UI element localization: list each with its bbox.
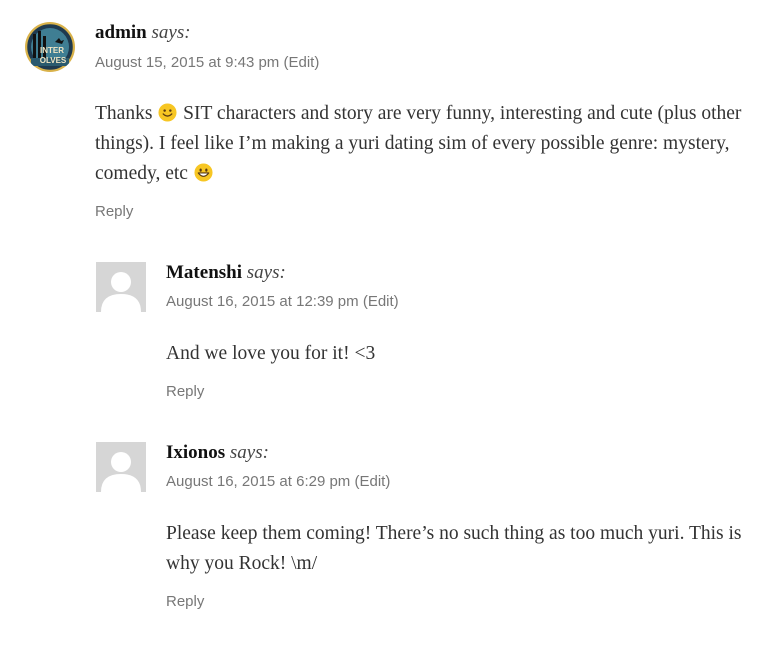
edit-link[interactable]: (Edit) xyxy=(283,54,319,71)
comment-meta: August 16, 2015 at 12:39 pm (Edit) xyxy=(166,292,399,312)
comment-meta: August 16, 2015 at 6:29 pm (Edit) xyxy=(166,472,390,492)
avatar: INTER OLVES xyxy=(25,22,75,72)
comment-header: Ixionos says: xyxy=(166,441,269,465)
slight-smile-icon xyxy=(158,103,177,122)
comment-ixionos: Ixionos says: August 16, 2015 at 6:29 pm… xyxy=(96,440,756,620)
author-name[interactable]: Ixionos xyxy=(166,442,225,463)
comment-admin: INTER OLVES admin says: August 15, 2015 … xyxy=(24,20,764,230)
reply-link[interactable]: Reply xyxy=(95,202,133,222)
default-avatar-icon xyxy=(96,262,146,312)
says-label: says: xyxy=(246,262,286,283)
default-avatar-icon xyxy=(96,442,146,492)
comment-date-link[interactable]: August 16, 2015 at 12:39 pm xyxy=(166,293,359,310)
edit-link[interactable]: (Edit) xyxy=(363,293,399,310)
svg-text:OLVES: OLVES xyxy=(40,56,67,65)
winter-wolves-logo-icon: INTER OLVES xyxy=(25,22,75,72)
edit-link[interactable]: (Edit) xyxy=(354,473,390,490)
avatar xyxy=(96,262,146,312)
comment-body: Please keep them coming! There’s no such… xyxy=(166,523,742,574)
grin-icon xyxy=(194,163,213,182)
comment-date-link[interactable]: August 16, 2015 at 6:29 pm xyxy=(166,473,350,490)
comment-body: Thanks SIT characters and story are very… xyxy=(95,99,760,189)
reply-link[interactable]: Reply xyxy=(166,382,204,402)
comment-matenshi: Matenshi says: August 16, 2015 at 12:39 … xyxy=(96,260,756,410)
comment-meta: August 15, 2015 at 9:43 pm (Edit) xyxy=(95,53,319,73)
comment-text-part: SIT characters and story are very funny,… xyxy=(95,103,742,184)
comment-date-link[interactable]: August 15, 2015 at 9:43 pm xyxy=(95,54,279,71)
svg-text:INTER: INTER xyxy=(40,46,64,55)
author-name[interactable]: Matenshi xyxy=(166,262,242,283)
says-label: says: xyxy=(229,442,269,463)
avatar xyxy=(96,442,146,492)
comment-text-part: Thanks xyxy=(95,103,153,124)
says-label: says: xyxy=(151,22,191,43)
author-name[interactable]: admin xyxy=(95,22,147,43)
comment-body: And we love you for it! <3 xyxy=(166,343,376,364)
comment-header: Matenshi says: xyxy=(166,261,286,285)
comment-header: admin says: xyxy=(95,21,191,45)
reply-link[interactable]: Reply xyxy=(166,592,204,612)
